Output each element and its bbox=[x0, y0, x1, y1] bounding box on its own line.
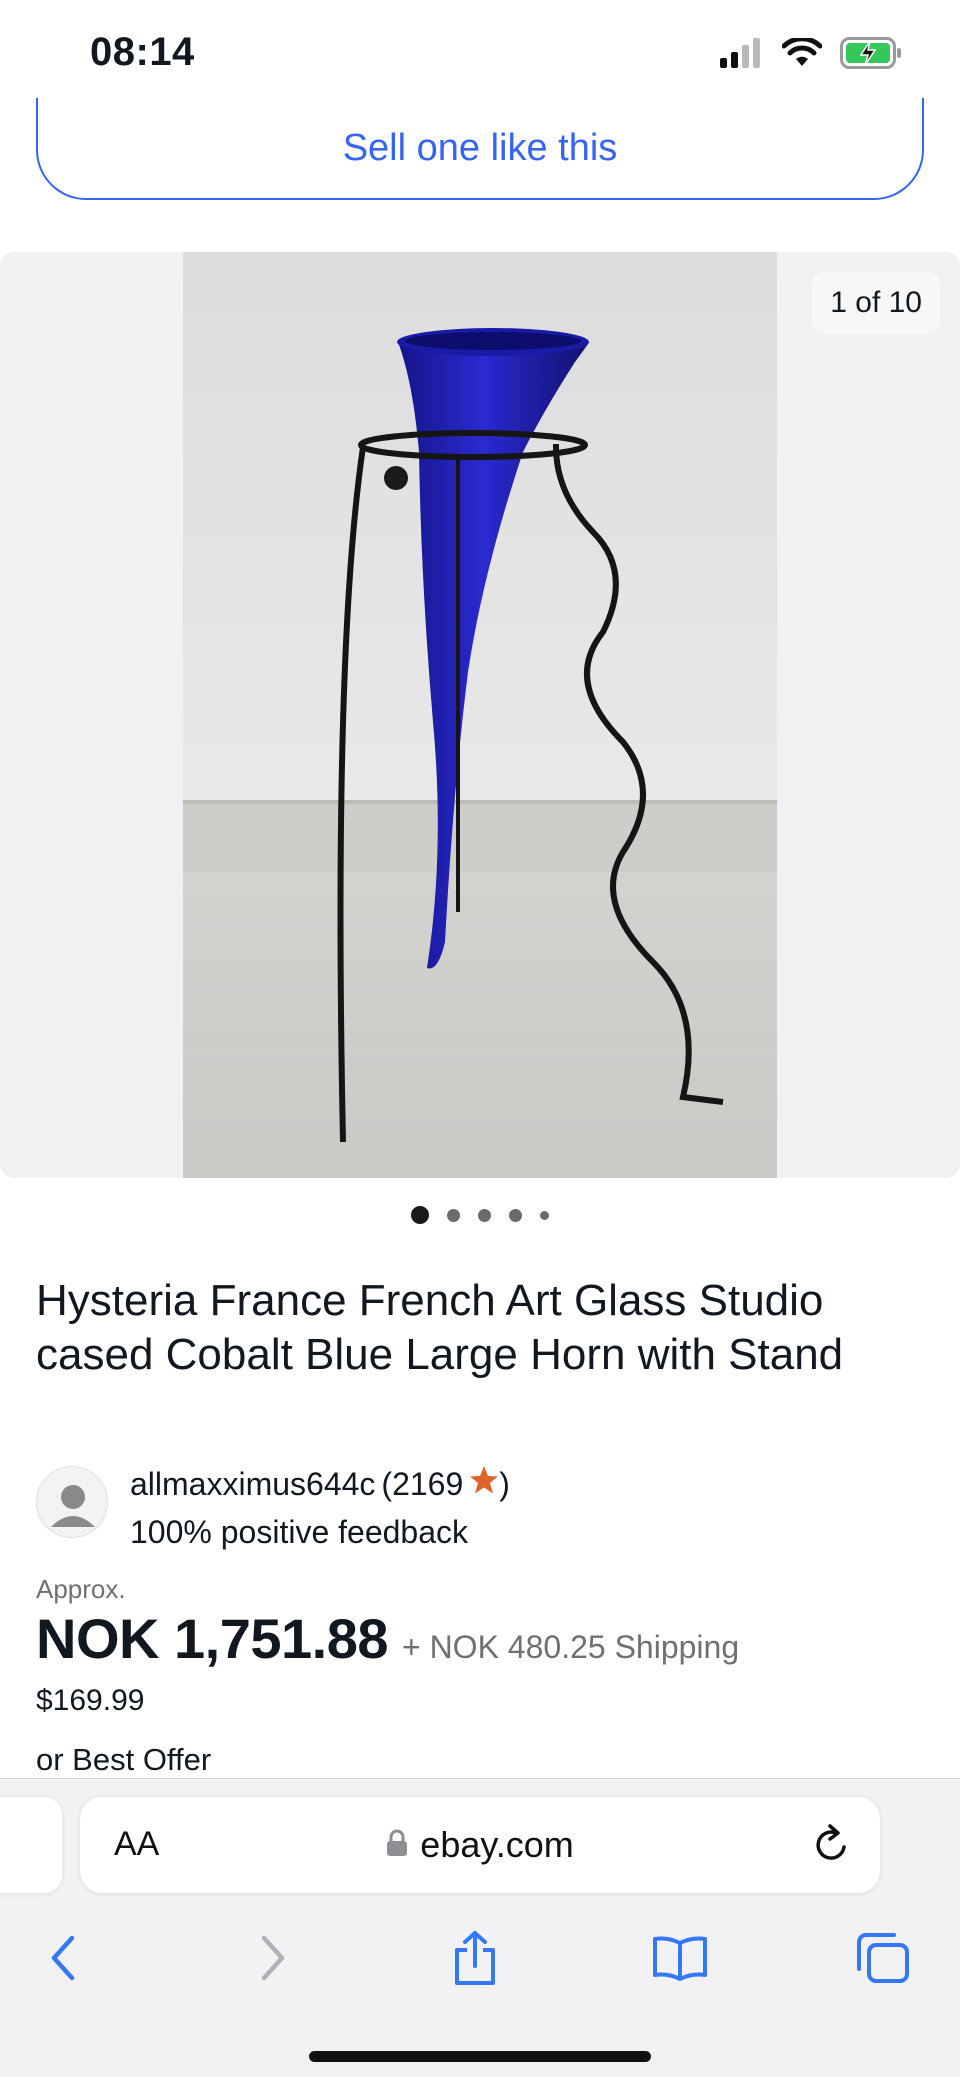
share-icon[interactable] bbox=[440, 1923, 510, 1993]
home-indicator[interactable] bbox=[309, 2051, 651, 2062]
tabs-icon[interactable] bbox=[848, 1923, 918, 1993]
browser-bar: ebay.com AA bbox=[0, 1778, 960, 2077]
bookmarks-icon[interactable] bbox=[645, 1923, 715, 1993]
cellular-signal-icon bbox=[720, 37, 764, 73]
listing-title: Hysteria France French Art Glass Studio … bbox=[36, 1276, 844, 1379]
image-counter: 1 of 10 bbox=[812, 272, 940, 334]
seller-score-close: ) bbox=[499, 1466, 510, 1502]
text-size-button[interactable]: AA bbox=[114, 1825, 159, 1864]
previous-tab-preview[interactable] bbox=[0, 1797, 62, 1893]
lock-icon bbox=[386, 1824, 408, 1866]
approx-label: Approx. bbox=[36, 1574, 126, 1604]
avatar[interactable] bbox=[36, 1466, 108, 1538]
shipping-cost: + NOK 480.25 Shipping bbox=[401, 1629, 740, 1665]
usd-price: $169.99 bbox=[36, 1684, 145, 1717]
image-gallery[interactable]: 1 of 10 bbox=[0, 252, 960, 1178]
pagination-dot[interactable] bbox=[540, 1210, 549, 1220]
seller-name[interactable]: allmaxximus644c bbox=[130, 1464, 375, 1504]
address-bar[interactable]: ebay.com AA bbox=[80, 1797, 880, 1893]
best-offer-label: or Best Offer bbox=[36, 1742, 212, 1777]
pagination-dot[interactable] bbox=[447, 1208, 460, 1222]
price-row: NOK 1,751.88 + NOK 480.25 Shipping bbox=[36, 1606, 739, 1671]
pagination-dot[interactable] bbox=[411, 1206, 429, 1224]
gallery-pagination[interactable] bbox=[0, 1206, 960, 1224]
wifi-icon bbox=[781, 35, 823, 73]
product-photo[interactable] bbox=[183, 252, 777, 1178]
url-display[interactable]: ebay.com bbox=[80, 1797, 880, 1893]
price: NOK 1,751.88 bbox=[36, 1607, 388, 1670]
pagination-dot[interactable] bbox=[509, 1208, 522, 1222]
star-icon bbox=[469, 1464, 499, 1504]
battery-charging-icon bbox=[840, 36, 902, 74]
pagination-dot[interactable] bbox=[478, 1208, 491, 1222]
status-time: 08:14 bbox=[90, 30, 195, 74]
sell-one-like-this-button[interactable]: Sell one like this bbox=[36, 98, 924, 200]
back-icon[interactable] bbox=[28, 1923, 98, 1993]
status-bar: 08:14 bbox=[0, 0, 960, 100]
seller-info[interactable]: allmaxximus644c (2169 ) 100% positive fe… bbox=[36, 1464, 926, 1554]
browser-toolbar bbox=[0, 1923, 960, 1993]
seller-score: (2169 bbox=[381, 1466, 464, 1502]
status-icons bbox=[720, 35, 902, 74]
seller-feedback: 100% positive feedback bbox=[130, 1514, 468, 1550]
forward-icon[interactable] bbox=[238, 1923, 308, 1993]
seller-name-row[interactable]: allmaxximus644c (2169 ) bbox=[130, 1464, 510, 1504]
domain-text: ebay.com bbox=[420, 1824, 574, 1865]
reload-icon[interactable] bbox=[812, 1823, 852, 1870]
